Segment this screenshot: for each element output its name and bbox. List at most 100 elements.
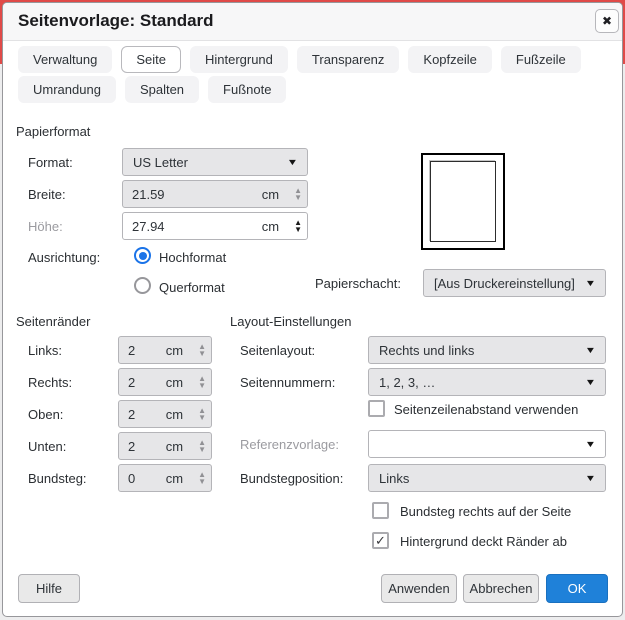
bundsteg-spinfield: cm ▲ ▼: [118, 464, 212, 492]
tab-row-1: Verwaltung Seite Hintergrund Transparenz…: [18, 46, 581, 73]
tab-seite[interactable]: Seite: [121, 46, 181, 73]
spin-down-icon[interactable]: ▼: [294, 226, 302, 233]
close-button[interactable]: ✖: [595, 9, 619, 33]
spin-down-icon[interactable]: ▼: [198, 446, 206, 453]
page-background: Seitenvorlage: Standard ✖ Verwaltung Sei…: [0, 0, 625, 620]
spin-down-icon[interactable]: ▼: [294, 194, 302, 201]
zeilenabstand-label[interactable]: Seitenzeilenabstand verwenden: [394, 402, 578, 417]
bundsteg-input[interactable]: [119, 471, 166, 486]
spin-down-icon[interactable]: ▼: [198, 478, 206, 485]
referenzvorlage-label: Referenzvorlage:: [240, 437, 339, 452]
spin-down-icon[interactable]: ▼: [198, 414, 206, 421]
links-spinner[interactable]: ▲ ▼: [193, 337, 211, 363]
chevron-down-icon: ▼: [585, 345, 597, 355]
unten-unit: cm: [166, 439, 183, 454]
papierschacht-label: Papierschacht:: [315, 276, 401, 291]
links-spinfield: cm ▲ ▼: [118, 336, 212, 364]
hochformat-radio[interactable]: [134, 247, 151, 264]
querformat-label[interactable]: Querformat: [159, 280, 225, 295]
hoehe-unit: cm: [262, 219, 279, 234]
oben-spinfield: cm ▲ ▼: [118, 400, 212, 428]
unten-label: Unten:: [28, 439, 66, 454]
tab-umrandung[interactable]: Umrandung: [18, 76, 116, 103]
breite-spinfield: cm ▲ ▼: [122, 180, 308, 208]
ausrichtung-label: Ausrichtung:: [28, 250, 100, 265]
papierschacht-value: [Aus Druckereinstellung]: [434, 276, 575, 291]
hoehe-spinfield: cm ▲ ▼: [122, 212, 308, 240]
bundstegposition-label: Bundstegposition:: [240, 471, 343, 486]
links-unit: cm: [166, 343, 183, 358]
bundsteg-rechts-checkbox[interactable]: [372, 502, 389, 519]
chevron-down-icon: ▼: [287, 157, 299, 167]
spin-down-icon[interactable]: ▼: [198, 350, 206, 357]
chevron-down-icon: ▼: [585, 439, 597, 449]
bundsteg-label: Bundsteg:: [28, 471, 87, 486]
rechts-input[interactable]: [119, 375, 166, 390]
breite-spinner[interactable]: ▲ ▼: [289, 181, 307, 207]
page-style-dialog: Seitenvorlage: Standard ✖ Verwaltung Sei…: [2, 2, 623, 617]
anwenden-button[interactable]: Anwenden: [381, 574, 457, 603]
seitennummern-dropdown[interactable]: 1, 2, 3, … ▼: [368, 368, 606, 396]
tab-hintergrund[interactable]: Hintergrund: [190, 46, 288, 73]
dialog-title: Seitenvorlage: Standard: [18, 11, 214, 31]
seitennummern-label: Seitennummern:: [240, 375, 335, 390]
querformat-radio[interactable]: [134, 277, 151, 294]
hoehe-spinner[interactable]: ▲ ▼: [289, 213, 307, 239]
seitennummern-value: 1, 2, 3, …: [379, 375, 435, 390]
tab-transparenz[interactable]: Transparenz: [297, 46, 400, 73]
tab-verwaltung[interactable]: Verwaltung: [18, 46, 112, 73]
rechts-label: Rechts:: [28, 375, 72, 390]
hilfe-button[interactable]: Hilfe: [18, 574, 80, 603]
page-preview-margins: [430, 161, 496, 242]
hoehe-input[interactable]: [123, 219, 262, 234]
seitenraender-header: Seitenränder: [16, 314, 90, 329]
page-preview: [421, 153, 505, 250]
layout-header: Layout-Einstellungen: [230, 314, 351, 329]
seitenlayout-value: Rechts und links: [379, 343, 474, 358]
referenzvorlage-dropdown[interactable]: ▼: [368, 430, 606, 458]
chevron-down-icon: ▼: [585, 278, 597, 288]
tab-kopfzeile[interactable]: Kopfzeile: [408, 46, 491, 73]
ok-button[interactable]: OK: [546, 574, 608, 603]
format-value: US Letter: [133, 155, 188, 170]
hintergrund-label[interactable]: Hintergrund deckt Ränder ab: [400, 534, 567, 549]
rechts-unit: cm: [166, 375, 183, 390]
bundstegposition-dropdown[interactable]: Links ▼: [368, 464, 606, 492]
chevron-down-icon: ▼: [585, 473, 597, 483]
links-input[interactable]: [119, 343, 166, 358]
format-label: Format:: [28, 155, 73, 170]
links-label: Links:: [28, 343, 62, 358]
tab-fusszeile[interactable]: Fußzeile: [501, 46, 581, 73]
tab-fussnote[interactable]: Fußnote: [208, 76, 286, 103]
breite-input[interactable]: [123, 187, 262, 202]
rechts-spinfield: cm ▲ ▼: [118, 368, 212, 396]
breite-label: Breite:: [28, 187, 66, 202]
unten-input[interactable]: [119, 439, 166, 454]
oben-spinner[interactable]: ▲ ▼: [193, 401, 211, 427]
bundsteg-rechts-label[interactable]: Bundsteg rechts auf der Seite: [400, 504, 571, 519]
papierschacht-dropdown[interactable]: [Aus Druckereinstellung] ▼: [423, 269, 606, 297]
tab-row-2: Umrandung Spalten Fußnote: [18, 76, 286, 103]
tab-spalten[interactable]: Spalten: [125, 76, 199, 103]
bundstegposition-value: Links: [379, 471, 409, 486]
check-icon: ✓: [375, 533, 386, 549]
oben-unit: cm: [166, 407, 183, 422]
seitenlayout-label: Seitenlayout:: [240, 343, 315, 358]
zeilenabstand-checkbox[interactable]: [368, 400, 385, 417]
unten-spinner[interactable]: ▲ ▼: [193, 433, 211, 459]
spin-down-icon[interactable]: ▼: [198, 382, 206, 389]
hoehe-label: Höhe:: [28, 219, 63, 234]
papierformat-header: Papierformat: [16, 124, 90, 139]
oben-input[interactable]: [119, 407, 166, 422]
hochformat-label[interactable]: Hochformat: [159, 250, 226, 265]
bundsteg-unit: cm: [166, 471, 183, 486]
oben-label: Oben:: [28, 407, 63, 422]
format-dropdown[interactable]: US Letter ▼: [122, 148, 308, 176]
chevron-down-icon: ▼: [585, 377, 597, 387]
bundsteg-spinner[interactable]: ▲ ▼: [193, 465, 211, 491]
rechts-spinner[interactable]: ▲ ▼: [193, 369, 211, 395]
breite-unit: cm: [262, 187, 279, 202]
hintergrund-checkbox[interactable]: ✓: [372, 532, 389, 549]
seitenlayout-dropdown[interactable]: Rechts und links ▼: [368, 336, 606, 364]
abbrechen-button[interactable]: Abbrechen: [463, 574, 539, 603]
